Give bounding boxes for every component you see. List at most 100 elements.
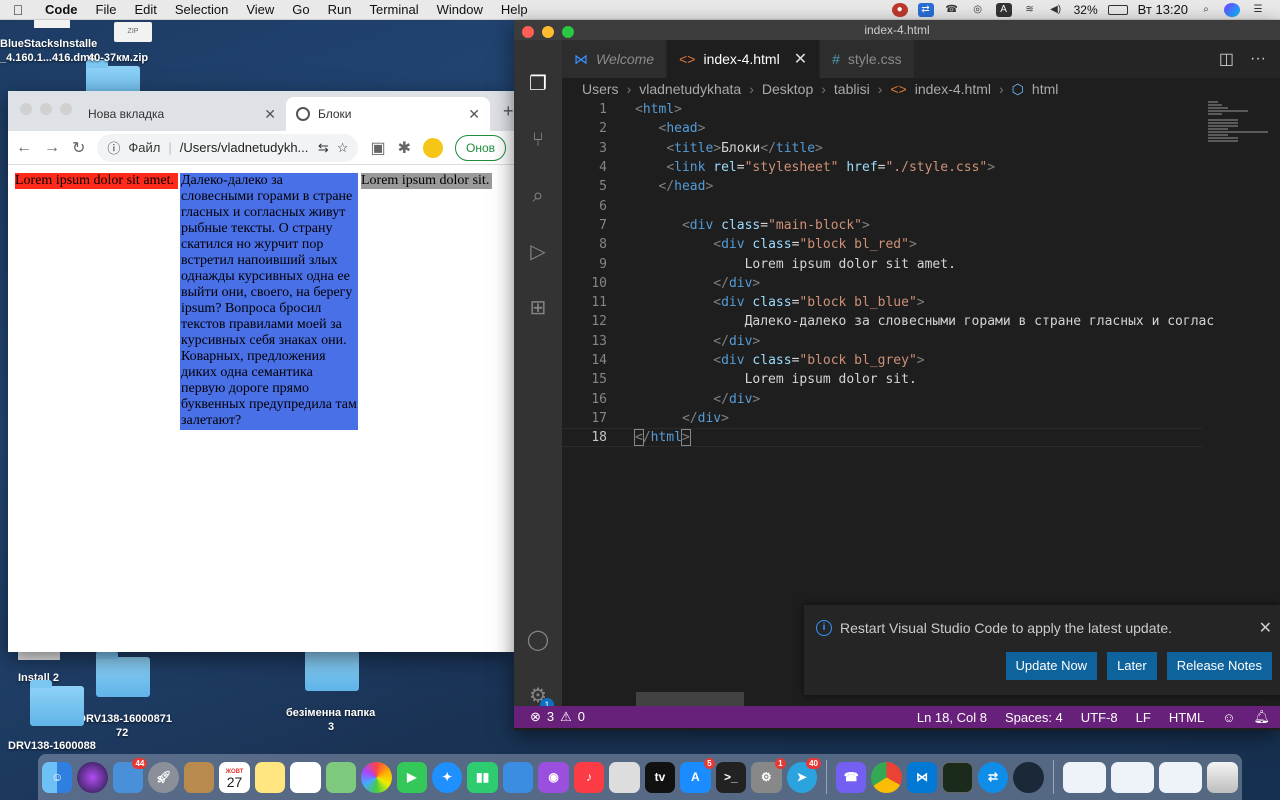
desktop-install-icon[interactable]: [18, 652, 60, 660]
podcasts-icon[interactable]: ◉: [538, 761, 569, 793]
desktop-label-drv-a[interactable]: DRV138-16000871: [78, 712, 172, 726]
desktop-label-drv-b[interactable]: DRV138-1600088: [8, 739, 96, 753]
extension-icon[interactable]: ▣: [370, 138, 385, 158]
close-icon[interactable]: ✕: [794, 49, 807, 69]
photos-icon[interactable]: [361, 761, 392, 793]
launchpad-icon[interactable]: 🚀︎: [148, 761, 179, 793]
numbers-icon[interactable]: ▮▮: [467, 761, 498, 793]
notification-center-icon[interactable]: ☰: [1250, 3, 1266, 17]
feedback-icon[interactable]: ☺: [1222, 710, 1235, 725]
desktop-label-bluestacks[interactable]: BlueStacksInstalle: [0, 37, 97, 51]
accounts-icon[interactable]: ◯: [526, 628, 550, 652]
more-actions-icon[interactable]: ···: [1250, 50, 1266, 68]
minimized-window-icon[interactable]: [1062, 761, 1106, 793]
app-store-icon[interactable]: A5: [680, 757, 715, 793]
tray-teamviewer-icon[interactable]: ⇄: [917, 2, 934, 17]
volume-icon[interactable]: ◀): [1048, 3, 1064, 17]
menu-edit[interactable]: Edit: [125, 2, 165, 17]
close-window-button[interactable]: [20, 103, 32, 115]
desktop-label-zip[interactable]: 40-37км.zip: [88, 51, 148, 65]
breadcrumb-item[interactable]: Users: [582, 81, 619, 97]
new-tab-icon[interactable]: +: [503, 101, 514, 122]
minimize-window-button[interactable]: [40, 103, 52, 115]
notifications-bell-icon[interactable]: 🔔︎: [1253, 709, 1270, 725]
menu-file[interactable]: File: [87, 2, 126, 17]
profile-avatar-icon[interactable]: [422, 137, 443, 158]
reload-icon[interactable]: ↻: [72, 138, 85, 158]
reminders-icon[interactable]: [290, 761, 321, 793]
line-ending[interactable]: LF: [1136, 710, 1151, 725]
terminal-icon[interactable]: >_: [715, 761, 747, 793]
encoding[interactable]: UTF-8: [1081, 710, 1118, 725]
music-icon[interactable]: ♪: [573, 761, 605, 793]
tray-viber-icon[interactable]: ☎: [944, 3, 960, 17]
close-icon[interactable]: ✕: [1259, 618, 1272, 638]
search-icon[interactable]: ⌕: [526, 184, 550, 208]
menu-app-name[interactable]: Code: [36, 2, 87, 17]
menu-go[interactable]: Go: [283, 2, 318, 17]
menu-view[interactable]: View: [237, 2, 283, 17]
menu-help[interactable]: Help: [492, 2, 537, 17]
info-icon[interactable]: ⓘ: [107, 138, 120, 157]
zoom-window-button[interactable]: [60, 103, 72, 115]
teamviewer-icon[interactable]: ⇄: [977, 761, 1009, 793]
facetime-icon[interactable]: ▶: [396, 761, 427, 793]
notes-icon[interactable]: [254, 761, 286, 793]
tray-creative-icon[interactable]: ◎: [970, 3, 986, 17]
breadcrumb-item[interactable]: index-4.html: [915, 81, 991, 97]
indentation[interactable]: Spaces: 4: [1005, 710, 1063, 725]
desktop-folder-new-icon[interactable]: [305, 645, 359, 691]
telegram-icon[interactable]: ➤ 40: [786, 757, 821, 793]
tab-welcome[interactable]: ⋈ Welcome: [562, 40, 668, 78]
close-icon[interactable]: ✕: [264, 106, 276, 123]
cursor-position[interactable]: Ln 18, Col 8: [917, 710, 987, 725]
vscode-icon[interactable]: ⋈: [906, 761, 938, 793]
breadcrumb-item[interactable]: Desktop: [762, 81, 813, 97]
viber-icon[interactable]: ☎: [835, 761, 867, 793]
desktop-zip-file-icon[interactable]: ZIP: [114, 22, 152, 42]
chrome-icon[interactable]: [871, 761, 902, 793]
horizontal-scrollbar[interactable]: [636, 692, 744, 706]
back-arrow-icon[interactable]: ←: [16, 139, 32, 157]
menu-run[interactable]: Run: [319, 2, 361, 17]
mail-preview-icon[interactable]: 44: [112, 757, 148, 793]
minimized-window-icon[interactable]: [1159, 761, 1203, 793]
contacts-icon[interactable]: [183, 761, 215, 793]
desktop-label-folder-new[interactable]: безіменна папка: [286, 706, 375, 720]
finder-icon[interactable]: ☺: [42, 761, 73, 793]
problems-indicator[interactable]: ⊗ 3 ⚠ 0: [514, 709, 585, 725]
run-debug-icon[interactable]: ▷: [526, 240, 550, 264]
siri-icon[interactable]: [77, 761, 108, 793]
translate-icon[interactable]: ⇆: [318, 140, 329, 156]
language-mode[interactable]: HTML: [1169, 710, 1204, 725]
calendar-icon[interactable]: ЖОВТ 27: [219, 761, 250, 793]
tab-style-css[interactable]: # style.css: [820, 40, 915, 78]
activity-monitor-icon[interactable]: [942, 761, 973, 793]
tray-app-icon[interactable]: ●: [891, 2, 908, 17]
address-bar[interactable]: ⓘ Файл | /Users/vladnetudykh... ⇆ ☆: [97, 133, 359, 162]
breadcrumb-item[interactable]: tablisi: [834, 81, 870, 97]
bookmark-star-icon[interactable]: ☆: [337, 140, 349, 156]
breadcrumb-item[interactable]: vladnetudykhata: [639, 81, 741, 97]
split-editor-icon[interactable]: ◫: [1219, 49, 1234, 69]
minimize-window-button[interactable]: [542, 26, 554, 38]
tray-input-source-icon[interactable]: A: [995, 2, 1012, 17]
menu-selection[interactable]: Selection: [166, 2, 237, 17]
chrome-update-button[interactable]: Онов: [454, 134, 506, 161]
chrome-tab-bloki[interactable]: Блоки ✕: [286, 97, 490, 131]
system-preferences-icon[interactable]: ⚙ 1: [751, 757, 786, 793]
minimized-window-icon[interactable]: [1110, 761, 1155, 793]
later-button[interactable]: Later: [1107, 652, 1157, 680]
apple-menu-icon[interactable]: : [0, 2, 36, 18]
spotlight-search-icon[interactable]: ⌕: [1198, 3, 1214, 17]
trash-icon[interactable]: [1207, 761, 1238, 793]
minimap[interactable]: [1204, 100, 1280, 160]
maps-icon[interactable]: [325, 761, 357, 793]
update-now-button[interactable]: Update Now: [1005, 652, 1098, 680]
menu-window[interactable]: Window: [428, 2, 492, 17]
wifi-icon[interactable]: ≋: [1022, 3, 1038, 17]
desktop-label-dmg[interactable]: _4.160.1...416.dmg: [0, 51, 97, 65]
keynote-icon[interactable]: [502, 761, 534, 793]
menu-terminal[interactable]: Terminal: [361, 2, 428, 17]
desktop-dmg-file-icon[interactable]: [34, 20, 70, 28]
